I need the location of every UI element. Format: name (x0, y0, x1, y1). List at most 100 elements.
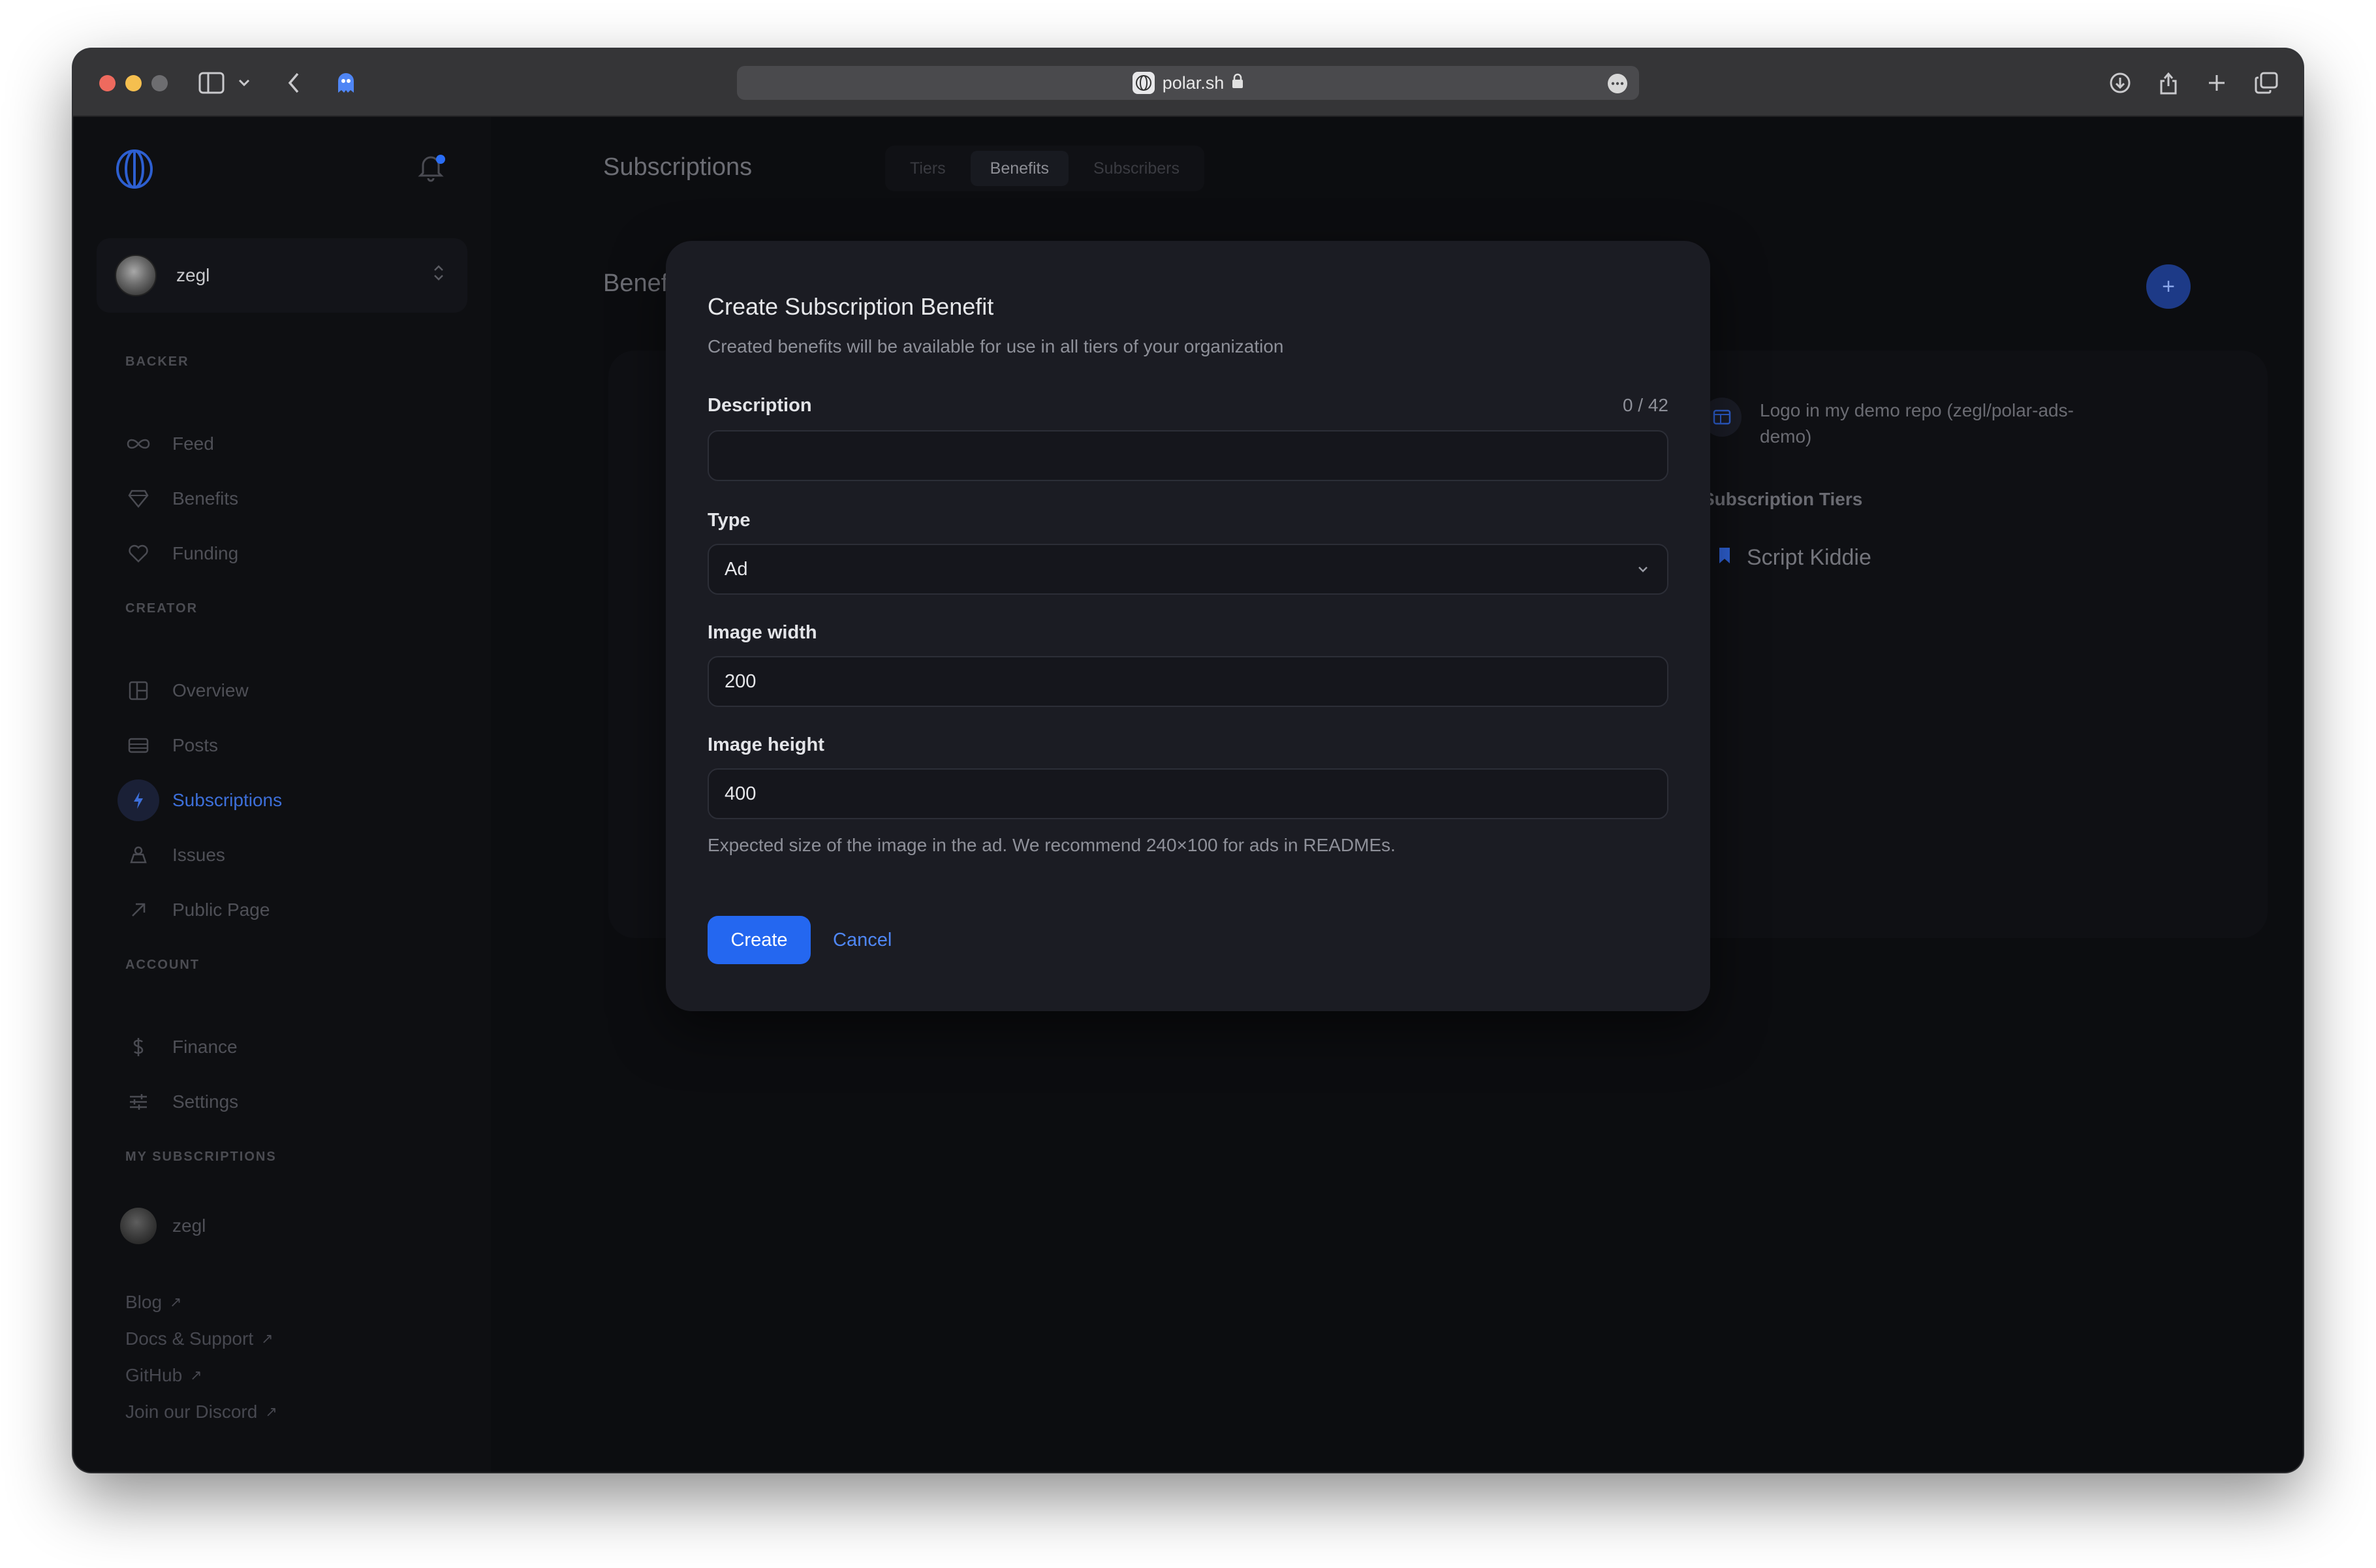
sidebar-item-label: Funding (172, 543, 239, 563)
arrow-up-right-icon (117, 889, 159, 931)
description-input[interactable] (708, 430, 1668, 481)
tab-benefits[interactable]: Benefits (970, 151, 1069, 186)
avatar (117, 1205, 159, 1247)
page-title: Subscriptions (603, 153, 753, 181)
modal-title: Create Subscription Benefit (708, 293, 994, 320)
sidebar-item-subscriptions[interactable]: Subscriptions (117, 779, 282, 822)
section-label-backer: BACKER (125, 354, 189, 369)
grid-icon (117, 670, 159, 712)
sidebar-item-label: Subscriptions (172, 790, 283, 810)
create-button[interactable]: Create (708, 916, 811, 964)
subscription-label: zegl (172, 1215, 206, 1236)
description-counter: 0 / 42 (1622, 395, 1668, 415)
section-label-my-subscriptions: MY SUBSCRIPTIONS (125, 1150, 277, 1164)
sidebar-item-public-page[interactable]: Public Page (117, 888, 270, 932)
sidebar-item-posts[interactable]: Posts (117, 724, 218, 767)
image-height-input[interactable]: 400 (708, 768, 1668, 819)
close-window-button[interactable] (99, 75, 116, 91)
footer-link-label: Docs & Support (125, 1328, 254, 1349)
subscription-tiers-label: Subscription Tiers (1702, 489, 1863, 509)
footer-link-label: GitHub (125, 1365, 183, 1385)
browser-toolbar: polar.sh (73, 49, 2303, 117)
chevron-down-icon (1633, 559, 1653, 584)
sidebar-item-label: Finance (172, 1037, 238, 1057)
type-label: Type (708, 510, 751, 531)
polar-logo-icon[interactable] (115, 148, 154, 190)
notification-dot (436, 155, 445, 164)
diamond-icon (117, 478, 159, 520)
image-height-label: Image height (708, 734, 824, 755)
add-benefit-button[interactable]: + (2146, 264, 2191, 309)
sidebar-item-label: Posts (172, 735, 219, 755)
sidebar-item-label: Benefits (172, 488, 239, 509)
subscription-item-zegl[interactable]: zegl (117, 1204, 206, 1247)
minimize-window-button[interactable] (125, 75, 142, 91)
account-name: zegl (176, 265, 210, 285)
sidebar-item-label: Overview (172, 680, 249, 700)
external-link-icon: ↗ (170, 1294, 182, 1310)
benefit-detail-panel: Logo in my demo repo (zegl/polar-ads-dem… (1702, 351, 2264, 625)
issues-icon (117, 834, 159, 876)
dollar-icon (117, 1026, 159, 1068)
address-bar[interactable]: polar.sh (737, 66, 1639, 100)
zoom-window-button[interactable] (151, 75, 168, 91)
sidebar-item-finance[interactable]: Finance (117, 1026, 238, 1069)
download-icon[interactable] (2106, 69, 2134, 97)
ghost-extension-icon[interactable] (332, 69, 360, 97)
type-select[interactable]: Ad (708, 544, 1668, 595)
sidebar-item-settings[interactable]: Settings (117, 1080, 238, 1123)
sliders-icon (117, 1081, 159, 1123)
lock-icon (1232, 73, 1243, 93)
tier-name: Script Kiddie (1747, 545, 1871, 570)
image-width-label: Image width (708, 622, 817, 643)
subscription-tabs: Tiers Benefits Subscribers (885, 146, 1204, 191)
cancel-button[interactable]: Cancel (833, 916, 892, 964)
footer-link-discord[interactable]: Join our Discord ↗ (125, 1402, 277, 1422)
sidebar-item-overview[interactable]: Overview (117, 669, 249, 712)
tab-overview-icon[interactable] (2252, 69, 2281, 97)
tab-subscribers[interactable]: Subscribers (1074, 151, 1199, 186)
sidebar-item-label: Feed (172, 433, 214, 454)
avatar (115, 255, 157, 296)
footer-link-blog[interactable]: Blog ↗ (125, 1292, 181, 1313)
infinity-icon (117, 423, 159, 465)
bolt-icon (117, 779, 159, 821)
chevron-down-icon[interactable] (230, 69, 258, 97)
more-options-icon[interactable] (1608, 74, 1627, 93)
share-icon[interactable] (2154, 69, 2183, 97)
section-label-creator: CREATOR (125, 601, 198, 616)
chevron-up-down-icon (432, 263, 445, 283)
section-label-account: ACCOUNT (125, 958, 200, 972)
image-width-input[interactable]: 200 (708, 656, 1668, 707)
image-size-help-text: Expected size of the image in the ad. We… (708, 835, 1396, 855)
sidebar: zegl BACKER Feed Benefits Funding CREATO… (73, 117, 491, 1472)
sidebar-toggle-icon[interactable] (197, 69, 226, 97)
create-benefit-modal: Create Subscription Benefit Created bene… (666, 241, 1710, 1011)
footer-link-label: Blog (125, 1292, 163, 1312)
sidebar-item-issues[interactable]: Issues (117, 834, 225, 877)
sidebar-item-feed[interactable]: Feed (117, 422, 214, 465)
browser-window: polar.sh zegl BACKER Feed Benefits Fundi… (73, 49, 2303, 1472)
posts-icon (117, 725, 159, 766)
external-link-icon: ↗ (265, 1403, 277, 1420)
back-arrow-icon[interactable] (279, 69, 308, 97)
footer-link-label: Join our Discord (125, 1402, 258, 1422)
sidebar-item-label: Issues (172, 845, 225, 865)
footer-link-github[interactable]: GitHub ↗ (125, 1365, 202, 1386)
external-link-icon: ↗ (190, 1367, 202, 1383)
account-switcher[interactable]: zegl (97, 238, 467, 313)
section-heading: Benef (603, 270, 668, 297)
url-text: polar.sh (1162, 72, 1225, 93)
tier-item[interactable]: Script Kiddie (1718, 545, 1871, 571)
bookmark-icon (1718, 545, 1731, 571)
benefit-description: Logo in my demo repo (zegl/polar-ads-dem… (1760, 400, 2074, 447)
sidebar-item-label: Public Page (172, 900, 270, 920)
heart-icon (117, 533, 159, 574)
external-link-icon: ↗ (261, 1330, 274, 1347)
footer-link-docs[interactable]: Docs & Support ↗ (125, 1328, 274, 1349)
sidebar-item-funding[interactable]: Funding (117, 532, 238, 575)
description-label: Description (708, 395, 812, 416)
sidebar-item-benefits[interactable]: Benefits (117, 477, 238, 520)
new-tab-icon[interactable] (2202, 69, 2231, 97)
tab-tiers[interactable]: Tiers (890, 151, 965, 186)
